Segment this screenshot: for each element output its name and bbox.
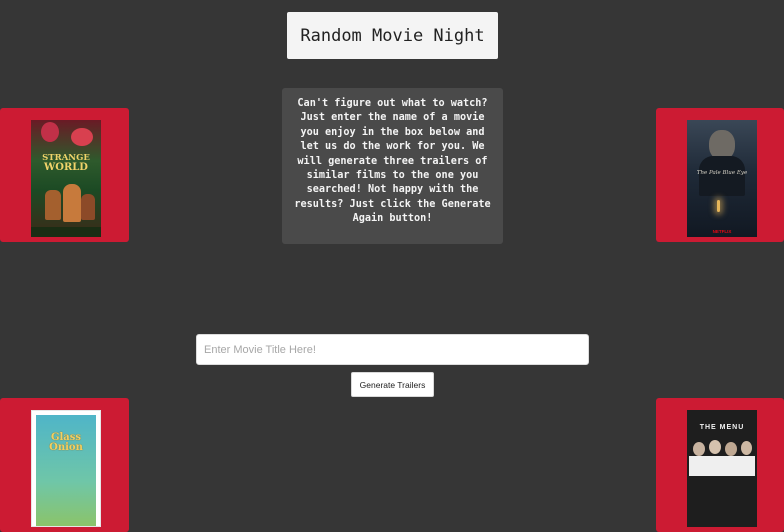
poster-strange-world: STRANGE WORLD xyxy=(31,120,101,237)
poster-card-pale-blue-eye[interactable]: The Pale Blue Eye NETFLIX xyxy=(656,108,784,242)
poster-title: THE MENU xyxy=(699,424,745,431)
poster-card-strange-world[interactable]: STRANGE WORLD xyxy=(0,108,129,242)
generate-trailers-button[interactable]: Generate Trailers xyxy=(351,372,434,397)
poster-the-menu: THE MENU xyxy=(687,410,757,527)
poster-title: Glass Onion xyxy=(49,432,83,453)
intro-description: Can't figure out what to watch? Just ent… xyxy=(282,88,503,244)
poster-card-the-menu[interactable]: THE MENU xyxy=(656,398,784,532)
page-title: Random Movie Night xyxy=(287,12,498,59)
poster-title-line: WORLD xyxy=(44,162,88,173)
poster-title: The Pale Blue Eye xyxy=(696,170,748,176)
movie-title-input[interactable] xyxy=(196,334,589,365)
poster-badge: NETFLIX xyxy=(712,229,732,234)
poster-pale-blue-eye: The Pale Blue Eye NETFLIX xyxy=(687,120,757,237)
poster-glass-onion: Glass Onion xyxy=(31,410,101,527)
poster-card-glass-onion[interactable]: Glass Onion xyxy=(0,398,129,532)
